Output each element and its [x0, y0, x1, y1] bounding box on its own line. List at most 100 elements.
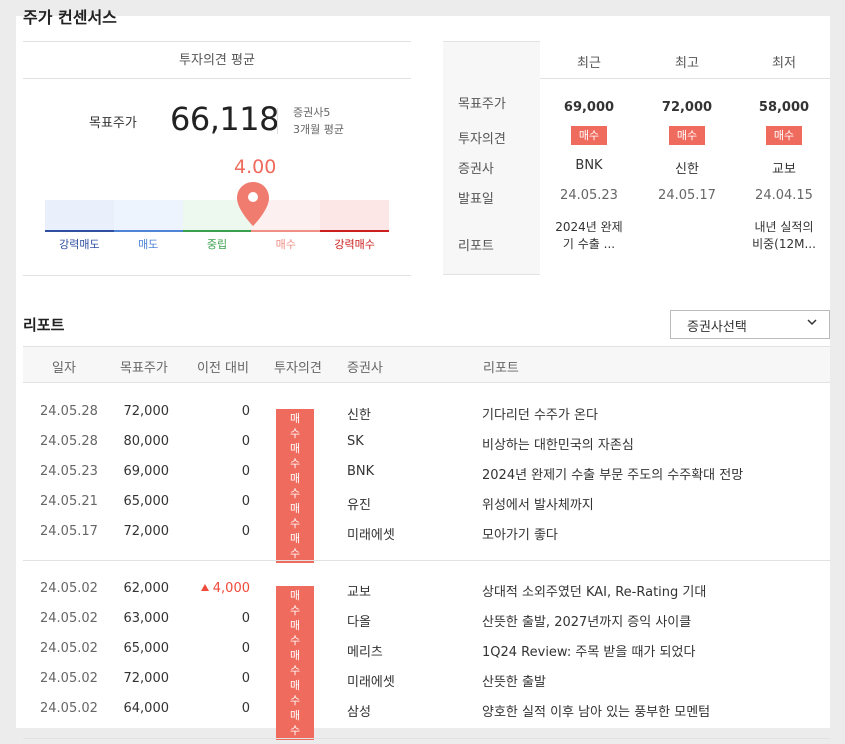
- diff-value: 0: [241, 611, 250, 626]
- table-bottom-line: [23, 738, 830, 739]
- report-title-link[interactable]: 1Q24 Review: 주목 받을 때가 되었다: [482, 641, 695, 660]
- broker-count: 증권사5: [293, 106, 331, 119]
- table-row[interactable]: 24.05.23 69,000 0 매수 BNK 2024년 완제기 수출 부문 주도의 …: [23, 457, 830, 503]
- table-row[interactable]: 24.05.02 65,000 0 매수 메리츠 1Q24 Review: 주목 받을 때…: [23, 634, 830, 680]
- report-title-link[interactable]: 산뜻한 출발, 2027년까지 증익 사이클: [482, 611, 691, 630]
- summary-label-date: 발표일: [458, 192, 494, 207]
- report-date: 24.05.17: [40, 524, 98, 539]
- report-title-link[interactable]: 2024년 완제기 수출 부문 주도의 수주확대 전망: [482, 464, 743, 483]
- col-report: 리포트: [483, 361, 519, 376]
- scale-segment: [320, 200, 389, 230]
- summary-recent-broker: BNK: [575, 158, 603, 173]
- summary-recent-report[interactable]: 2024년 완제기 수출 ...: [553, 219, 625, 253]
- summary-high-target: 72,000: [661, 100, 713, 115]
- diff-value: 0: [241, 524, 250, 539]
- arrow-up-icon: [200, 584, 209, 591]
- map-pin-icon: [237, 182, 270, 226]
- report-title-link[interactable]: 산뜻한 출발: [482, 671, 546, 690]
- report-title-link[interactable]: 기다리던 수주가 온다: [482, 404, 598, 423]
- diff-value: 0: [241, 464, 250, 479]
- diff-value: 0: [241, 671, 250, 686]
- consensus-bottom-line: [23, 275, 411, 276]
- report-broker: 미래에셋: [347, 675, 395, 690]
- opinion-badge: 매수: [765, 126, 803, 145]
- table-row[interactable]: 24.05.28 80,000 0 매수 SK 비상하는 대한민국의 자존심: [23, 427, 830, 473]
- report-broker: 다올: [347, 615, 371, 630]
- report-broker: BNK: [347, 464, 375, 479]
- summary-low-opinion: 매수: [734, 126, 834, 145]
- scale-segment-line: [320, 230, 389, 232]
- summary-head-low: 최저: [772, 56, 796, 71]
- report-target-price: 65,000: [123, 494, 170, 509]
- report-broker: 미래에셋: [347, 528, 395, 543]
- table-row[interactable]: 24.05.21 65,000 0 매수 유진 위성에서 발사체까지: [23, 487, 830, 533]
- col-date: 일자: [52, 361, 76, 376]
- scale-label: 강력매수: [334, 238, 375, 251]
- report-date: 24.05.02: [40, 671, 98, 686]
- table-row[interactable]: 24.05.02 63,000 0 매수 다올 산뜻한 출발, 2027년까지 증익 사이…: [23, 604, 830, 650]
- target-price-label: 목표주가: [89, 116, 137, 131]
- diff-value: 0: [241, 494, 250, 509]
- summary-label-target: 목표주가: [458, 97, 506, 112]
- diff-value: 0: [241, 434, 250, 449]
- scale-label: 강력매도: [59, 238, 100, 251]
- scale-segment-line: [113, 230, 183, 232]
- summary-recent-date: 24.05.23: [560, 188, 618, 203]
- scale-label: 중립: [206, 238, 228, 251]
- chevron-down-icon: [807, 319, 817, 326]
- summary-low-target: 58,000: [758, 100, 810, 115]
- report-date: 24.05.21: [40, 494, 98, 509]
- table-row[interactable]: 24.05.02 72,000 0 매수 미래에셋 산뜻한 출발: [23, 664, 830, 710]
- target-price-meta: 증권사5 3개월 평균: [293, 104, 344, 138]
- table-row[interactable]: 24.05.02 64,000 0 매수 삼성 양호한 실적 이후 남아 있는 풍부한 모…: [23, 694, 830, 740]
- group-separator: [23, 560, 830, 561]
- summary-head-line: [540, 78, 830, 79]
- broker-select[interactable]: 증권사선택: [670, 310, 830, 339]
- scale-segment-line: [182, 230, 252, 232]
- opinion-badge: 매수: [276, 706, 315, 740]
- report-target-price: 64,000: [123, 701, 170, 716]
- divider: [277, 108, 278, 134]
- report-broker: 신한: [347, 408, 371, 423]
- col-diff: 이전 대비: [197, 361, 249, 376]
- scale-label: 매도: [138, 238, 159, 251]
- report-target-price: 65,000: [123, 641, 170, 656]
- col-broker: 증권사: [347, 361, 383, 376]
- report-target-price: 63,000: [123, 611, 170, 626]
- scale-segment: [45, 200, 114, 230]
- report-broker: 교보: [347, 585, 371, 600]
- report-title-link[interactable]: 위성에서 발사체까지: [482, 494, 594, 513]
- reports-title: 리포트: [23, 316, 65, 334]
- report-title-link[interactable]: 상대적 소외주였던 KAI, Re-Rating 기대: [482, 581, 706, 600]
- scale-segment-line: [45, 230, 114, 232]
- table-row[interactable]: 24.05.02 62,000 4,000 매수 교보 상대적 소외주였던 KAI, Re…: [23, 574, 830, 620]
- report-target-price: 80,000: [123, 434, 170, 449]
- report-date: 24.05.02: [40, 611, 98, 626]
- diff-value: 0: [241, 641, 250, 656]
- report-date: 24.05.23: [40, 464, 98, 479]
- report-broker: 메리츠: [347, 645, 383, 660]
- report-title-link[interactable]: 모아가기 좋다: [482, 524, 558, 543]
- summary-recent-target: 69,000: [563, 100, 615, 115]
- summary-label-opinion: 투자의견: [458, 132, 506, 147]
- section-title: 주가 컨센서스: [23, 8, 117, 27]
- summary-low-report[interactable]: 내년 실적의 비중(12M...: [748, 219, 820, 253]
- broker-select-label: 증권사선택: [687, 320, 747, 335]
- table-row[interactable]: 24.05.17 72,000 0 매수 미래에셋 모아가기 좋다: [23, 517, 830, 563]
- opinion-badge: 매수: [668, 126, 706, 145]
- report-broker: 유진: [347, 498, 371, 513]
- report-date: 24.05.02: [40, 581, 98, 596]
- report-title-link[interactable]: 양호한 실적 이후 남아 있는 풍부한 모멘텀: [482, 701, 710, 720]
- consensus-header: 투자의견 평균: [23, 41, 411, 79]
- report-broker: SK: [347, 434, 364, 449]
- report-date: 24.05.28: [40, 404, 98, 419]
- report-date: 24.05.02: [40, 701, 98, 716]
- summary-high-opinion: 매수: [637, 126, 737, 145]
- report-target-price: 72,000: [123, 524, 170, 539]
- report-title-link[interactable]: 비상하는 대한민국의 자존심: [482, 434, 634, 453]
- average-period: 3개월 평균: [293, 123, 344, 136]
- opinion-badge: 매수: [570, 126, 608, 145]
- table-row[interactable]: 24.05.28 72,000 0 매수 신한 기다리던 수주가 온다: [23, 397, 830, 443]
- opinion-badge: 매수: [276, 529, 315, 563]
- scale-segment-line: [251, 230, 321, 232]
